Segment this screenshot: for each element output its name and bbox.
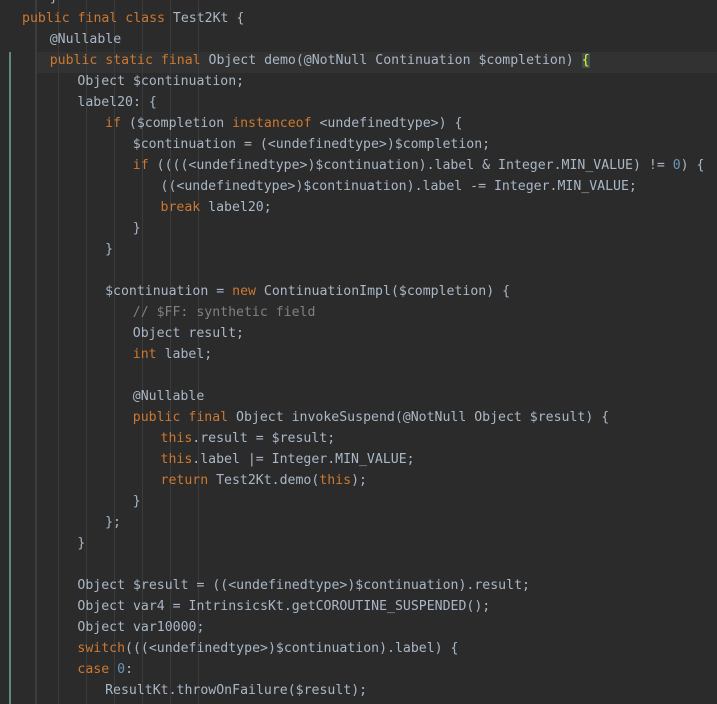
code-line[interactable]: Object var10000; <box>0 617 717 638</box>
code-line[interactable]: Object result; <box>0 323 717 344</box>
code-token: Object var10000; <box>77 620 205 635</box>
code-token: Object var4 = IntrinsicsKt.getCOROUTINE_… <box>77 599 491 614</box>
code-token: @Nullable <box>132 389 205 404</box>
code-token: final <box>77 11 118 26</box>
code-line[interactable]: } <box>0 218 717 239</box>
code-token: ResultKt.throwOnFailure($result); <box>105 683 368 698</box>
code-token: Object result; <box>132 326 244 341</box>
code-line[interactable]: Object $continuation; <box>0 71 717 92</box>
code-line[interactable]: public final class Test2Kt { <box>0 8 717 29</box>
code-token: case <box>77 662 110 677</box>
code-token: label; <box>156 347 213 362</box>
code-token: class <box>125 11 165 26</box>
code-line[interactable]: Object $result = ((<undefinedtype>)$cont… <box>0 575 717 596</box>
code-token: } <box>132 221 141 236</box>
code-token: public <box>49 53 98 68</box>
code-line[interactable] <box>0 554 717 575</box>
code-token: label20; <box>200 200 272 215</box>
code-line[interactable]: @Nullable <box>0 386 717 407</box>
code-token: }; <box>105 515 121 530</box>
code-line[interactable]: this.label |= Integer.MIN_VALUE; <box>0 449 717 470</box>
code-token: } <box>105 242 114 257</box>
code-token: Test2Kt { <box>164 11 245 26</box>
code-editor[interactable]: } public final class Test2Kt { @Nullable pu… <box>0 0 717 704</box>
code-token: : <box>125 662 134 677</box>
code-token: public <box>132 410 181 425</box>
code-line[interactable]: label20: { <box>0 92 717 113</box>
code-token: Object $continuation; <box>77 74 245 89</box>
code-token: .result = $result; <box>192 431 336 446</box>
code-token: public <box>22 11 70 26</box>
code-line[interactable]: } <box>0 533 717 554</box>
code-token: switch <box>77 641 126 656</box>
code-line[interactable]: public static final Object demo(@NotNull… <box>0 50 717 71</box>
code-token: this <box>319 473 352 488</box>
code-line[interactable]: return Test2Kt.demo(this); <box>0 470 717 491</box>
code-line[interactable]: case 0: <box>0 659 717 680</box>
code-token: (((<undefinedtype>)$continuation).label)… <box>125 641 459 656</box>
code-token: this <box>160 431 193 446</box>
code-token: return <box>160 473 209 488</box>
code-line[interactable] <box>0 260 717 281</box>
code-token: if <box>105 116 121 131</box>
code-token: ((<undefinedtype>)$continuation).label -… <box>160 179 637 194</box>
code-line[interactable]: Object var4 = IntrinsicsKt.getCOROUTINE_… <box>0 596 717 617</box>
code-token: ((((<undefinedtype>)$continuation).label… <box>148 158 673 173</box>
code-token: final <box>188 410 229 425</box>
code-line[interactable]: this.result = $result; <box>0 428 717 449</box>
code-token: $continuation = <box>105 284 233 299</box>
code-token: ); <box>351 473 367 488</box>
code-token: Object demo(@NotNull Continuation $compl… <box>200 53 582 68</box>
code-token: static <box>105 53 153 68</box>
code-line[interactable]: } <box>0 491 717 512</box>
code-token: new <box>232 284 256 299</box>
code-line[interactable]: public final Object invokeSuspend(@NotNu… <box>0 407 717 428</box>
code-token: } <box>50 0 58 5</box>
code-line[interactable]: if ((((<undefinedtype>)$continuation).la… <box>0 155 717 176</box>
code-token: int <box>132 347 157 362</box>
code-token: instanceof <box>232 116 312 131</box>
code-token: .label |= Integer.MIN_VALUE; <box>192 452 415 467</box>
code-line[interactable] <box>0 365 717 386</box>
code-token: label20: { <box>77 95 157 110</box>
code-line[interactable]: ((<undefinedtype>)$continuation).label -… <box>0 176 717 197</box>
code-token: ($completion <box>120 116 233 131</box>
code-line[interactable]: break label20; <box>0 197 717 218</box>
code-token: ) { <box>680 158 705 173</box>
code-line[interactable]: if ($completion instanceof <undefinedtyp… <box>0 113 717 134</box>
code-token: @Nullable <box>49 32 122 47</box>
code-token: } <box>77 536 86 551</box>
code-token: { <box>581 53 590 68</box>
code-token: this <box>160 452 193 467</box>
code-token: break <box>160 200 201 215</box>
code-token: Object invokeSuspend(@NotNull Object $re… <box>228 410 610 425</box>
code-token: $continuation = (<undefinedtype>)$comple… <box>132 137 491 152</box>
code-token: Object $result = ((<undefinedtype>)$cont… <box>77 578 530 593</box>
code-token: 0 <box>672 158 681 173</box>
code-line[interactable]: } <box>0 0 717 8</box>
code-line[interactable]: $continuation = new ContinuationImpl($co… <box>0 281 717 302</box>
code-token: // $FF: synthetic field <box>132 305 316 320</box>
code-token: <undefinedtype>) { <box>311 116 463 131</box>
code-line[interactable]: switch(((<undefinedtype>)$continuation).… <box>0 638 717 659</box>
code-line[interactable]: }; <box>0 512 717 533</box>
code-token: Test2Kt.demo( <box>208 473 320 488</box>
code-token: if <box>132 158 149 173</box>
code-line[interactable]: ResultKt.throwOnFailure($result); <box>0 680 717 701</box>
code-line[interactable]: int label; <box>0 344 717 365</box>
code-token: 0 <box>117 662 126 677</box>
code-line[interactable]: } <box>0 239 717 260</box>
code-token: ContinuationImpl($completion) { <box>255 284 511 299</box>
code-token: } <box>132 494 141 509</box>
code-token: final <box>160 53 201 68</box>
code-line[interactable]: @Nullable <box>0 29 717 50</box>
code-line[interactable]: // $FF: synthetic field <box>0 302 717 323</box>
code-text-area[interactable]: } public final class Test2Kt { @Nullable pu… <box>0 0 717 704</box>
code-line[interactable]: $continuation = (<undefinedtype>)$comple… <box>0 134 717 155</box>
